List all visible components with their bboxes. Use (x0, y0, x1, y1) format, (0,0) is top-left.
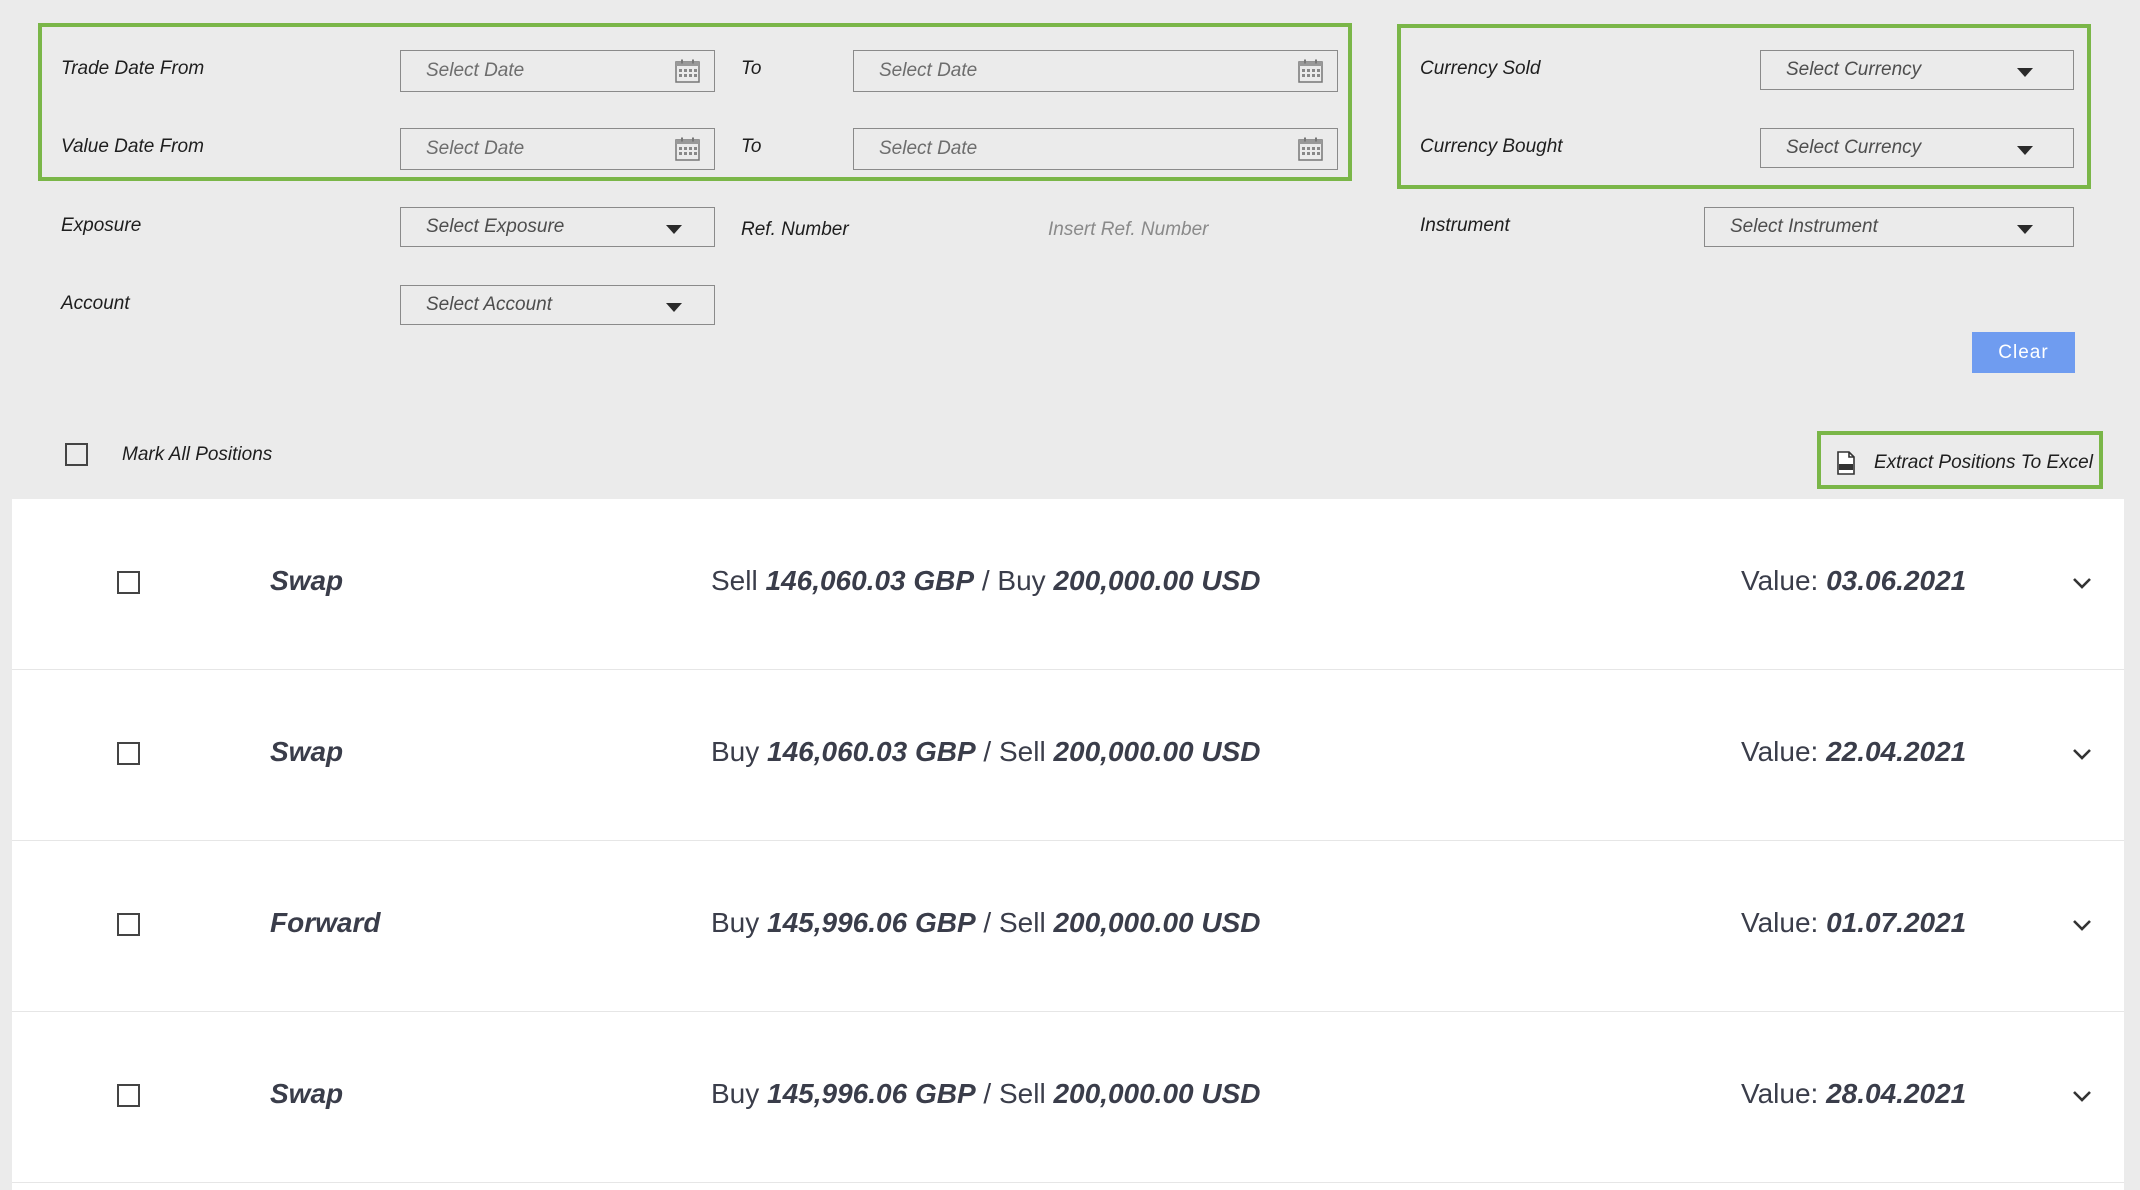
trade-date-from-label: Trade Date From (61, 58, 205, 79)
trade-date-to-input[interactable]: Select Date (853, 50, 1338, 92)
instrument-value: Select Instrument (1730, 216, 1878, 237)
position-row[interactable]: Swap Buy 146,060.03 GBP / Sell 200,000.0… (12, 670, 2124, 841)
trade-date-to-label: To (741, 58, 762, 79)
position-checkbox[interactable] (117, 913, 140, 936)
value-date-to-placeholder: Select Date (879, 138, 978, 159)
calendar-icon[interactable] (1298, 137, 1323, 161)
trade-date-to-placeholder: Select Date (879, 60, 978, 81)
position-row[interactable]: Swap Buy 145,996.06 GBP / Sell 200,000.0… (12, 1012, 2124, 1183)
side2: Sell (998, 1078, 1046, 1109)
value-date-to-input[interactable]: Select Date (853, 128, 1338, 170)
amount2: 200,000.00 USD (1053, 1078, 1261, 1109)
currency-sold-value: Select Currency (1786, 59, 1922, 80)
exposure-value: Select Exposure (426, 216, 565, 237)
amount1: 146,060.03 GBP (767, 736, 976, 767)
position-value: Value: 22.04.2021 (1741, 736, 1966, 768)
side1: Sell (711, 565, 758, 596)
caret-down-icon (2017, 146, 2033, 155)
exposure-select[interactable]: Select Exposure (400, 207, 715, 247)
trade-date-from-placeholder: Select Date (426, 60, 525, 81)
value-label: Value: (1741, 565, 1819, 596)
currency-bought-value: Select Currency (1786, 137, 1922, 158)
extract-excel-button[interactable]: Extract Positions To Excel (1836, 451, 2093, 475)
ref-number-label: Ref. Number (741, 219, 849, 240)
caret-down-icon (2017, 68, 2033, 77)
clear-button[interactable]: Clear (1972, 332, 2075, 373)
value-date: 03.06.2021 (1826, 565, 1967, 596)
currency-sold-label: Currency Sold (1420, 58, 1541, 79)
position-trade-summary: Buy 146,060.03 GBP / Sell 200,000.00 USD (711, 736, 1261, 768)
calendar-icon[interactable] (675, 59, 700, 83)
exposure-label: Exposure (61, 215, 142, 236)
amount2: 200,000.00 USD (1053, 907, 1261, 938)
side1: Buy (711, 736, 760, 767)
currency-sold-select[interactable]: Select Currency (1760, 50, 2074, 90)
currency-bought-label: Currency Bought (1420, 136, 1563, 157)
caret-down-icon (666, 225, 682, 234)
chevron-down-icon[interactable] (2070, 571, 2094, 595)
value-label: Value: (1741, 736, 1819, 767)
position-checkbox[interactable] (117, 1084, 140, 1107)
ref-number-input[interactable]: Insert Ref. Number (1048, 219, 1209, 241)
position-value: Value: 01.07.2021 (1741, 907, 1966, 939)
separator: / (981, 565, 990, 596)
account-value: Select Account (426, 294, 553, 315)
amount1: 146,060.03 GBP (765, 565, 975, 596)
amount2: 200,000.00 USD (1053, 565, 1261, 596)
value-label: Value: (1741, 907, 1819, 938)
currency-bought-select[interactable]: Select Currency (1760, 128, 2074, 168)
account-select[interactable]: Select Account (400, 285, 715, 325)
trade-date-from-input[interactable]: Select Date (400, 50, 715, 92)
value-date-from-label: Value Date From (61, 136, 204, 157)
amount1: 145,996.06 GBP (767, 1078, 976, 1109)
calendar-icon[interactable] (1298, 59, 1323, 83)
value-date-from-placeholder: Select Date (426, 138, 525, 159)
position-checkbox[interactable] (117, 571, 140, 594)
value-date: 01.07.2021 (1826, 907, 1967, 938)
position-type: Forward (270, 907, 381, 938)
excel-file-icon (1837, 451, 1855, 475)
separator: / (983, 907, 992, 938)
calendar-icon[interactable] (675, 137, 700, 161)
position-row[interactable]: Forward Buy 145,996.06 GBP / Sell 200,00… (12, 841, 2124, 1012)
amount1: 145,996.06 GBP (767, 907, 976, 938)
position-row[interactable]: Swap Sell 146,060.03 GBP / Buy 200,000.0… (12, 499, 2124, 670)
chevron-down-icon[interactable] (2070, 1084, 2094, 1108)
instrument-select[interactable]: Select Instrument (1704, 207, 2074, 247)
position-trade-summary: Buy 145,996.06 GBP / Sell 200,000.00 USD (711, 1078, 1261, 1110)
separator: / (983, 736, 992, 767)
position-checkbox[interactable] (117, 742, 140, 765)
position-trade-summary: Buy 145,996.06 GBP / Sell 200,000.00 USD (711, 907, 1261, 939)
side2: Sell (998, 736, 1046, 767)
side2: Buy (997, 565, 1046, 596)
mark-all-label: Mark All Positions (122, 444, 273, 465)
mark-all-checkbox[interactable] (65, 443, 88, 466)
amount2: 200,000.00 USD (1053, 736, 1261, 767)
position-type: Swap (270, 1078, 344, 1109)
position-trade-summary: Sell 146,060.03 GBP / Buy 200,000.00 USD (711, 565, 1261, 597)
instrument-label: Instrument (1420, 215, 1510, 236)
extract-excel-label: Extract Positions To Excel (1874, 452, 2093, 473)
position-value: Value: 28.04.2021 (1741, 1078, 1966, 1110)
separator: / (983, 1078, 992, 1109)
caret-down-icon (666, 303, 682, 312)
position-type: Swap (270, 565, 344, 596)
position-type: Swap (270, 736, 344, 767)
side1: Buy (711, 1078, 760, 1109)
account-label: Account (61, 293, 130, 314)
positions-list: Swap Sell 146,060.03 GBP / Buy 200,000.0… (12, 499, 2124, 1190)
side2: Sell (998, 907, 1046, 938)
value-date-from-input[interactable]: Select Date (400, 128, 715, 170)
chevron-down-icon[interactable] (2070, 913, 2094, 937)
side1: Buy (711, 907, 760, 938)
position-value: Value: 03.06.2021 (1741, 565, 1966, 597)
chevron-down-icon[interactable] (2070, 742, 2094, 766)
value-label: Value: (1741, 1078, 1819, 1109)
value-date: 28.04.2021 (1826, 1078, 1967, 1109)
value-date-to-label: To (741, 136, 762, 157)
value-date: 22.04.2021 (1826, 736, 1967, 767)
caret-down-icon (2017, 225, 2033, 234)
